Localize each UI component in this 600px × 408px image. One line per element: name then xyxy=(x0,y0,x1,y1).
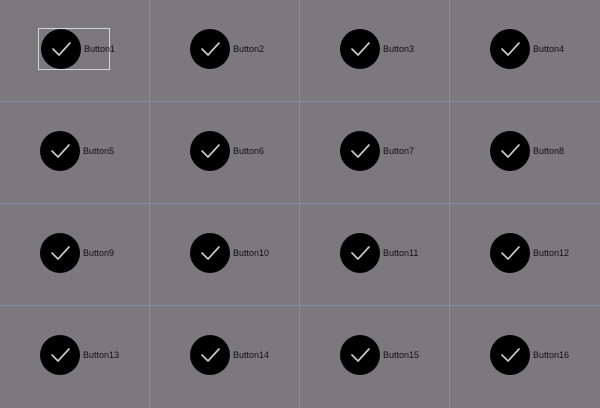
grid-cell: Button6 xyxy=(150,102,300,204)
button-label: Button12 xyxy=(533,247,570,258)
button-label: Button6 xyxy=(233,145,265,156)
check-icon xyxy=(40,335,80,375)
check-icon xyxy=(490,131,530,171)
grid-cell: Button7 xyxy=(300,102,450,204)
button-2[interactable]: Button2 xyxy=(188,28,264,70)
button-16[interactable]: Button16 xyxy=(488,334,569,376)
button-3[interactable]: Button3 xyxy=(338,28,414,70)
check-icon xyxy=(40,233,80,273)
button-label: Button3 xyxy=(383,43,415,54)
grid-cell: Button14 xyxy=(150,306,300,408)
check-icon xyxy=(340,29,380,69)
grid-cell: Button3 xyxy=(300,0,450,102)
button-14[interactable]: Button14 xyxy=(188,334,269,376)
button-5[interactable]: Button5 xyxy=(38,130,114,172)
button-10[interactable]: Button10 xyxy=(188,232,269,274)
button-12[interactable]: Button12 xyxy=(488,232,569,274)
button-label: Button1 xyxy=(84,43,116,54)
button-13[interactable]: Button13 xyxy=(38,334,119,376)
check-icon xyxy=(340,131,380,171)
button-label: Button14 xyxy=(233,349,270,360)
button-8[interactable]: Button8 xyxy=(488,130,564,172)
check-icon xyxy=(190,233,230,273)
button-1[interactable]: Button1 xyxy=(38,28,115,70)
button-9[interactable]: Button9 xyxy=(38,232,114,274)
button-label: Button4 xyxy=(533,43,565,54)
button-7[interactable]: Button7 xyxy=(338,130,414,172)
check-icon xyxy=(490,29,530,69)
grid-cell: Button8 xyxy=(450,102,600,204)
check-icon xyxy=(41,29,81,69)
button-label: Button10 xyxy=(233,247,270,258)
check-icon xyxy=(190,335,230,375)
button-4[interactable]: Button4 xyxy=(488,28,564,70)
button-grid: Button1 Button2 Button3 Button4 Button5 … xyxy=(0,0,600,408)
button-label: Button9 xyxy=(83,247,115,258)
button-11[interactable]: Button11 xyxy=(338,232,418,274)
grid-cell: Button11 xyxy=(300,204,450,306)
grid-cell: Button10 xyxy=(150,204,300,306)
button-label: Button7 xyxy=(383,145,415,156)
check-icon xyxy=(190,131,230,171)
grid-cell: Button2 xyxy=(150,0,300,102)
check-icon xyxy=(340,335,380,375)
button-label: Button8 xyxy=(533,145,565,156)
button-label: Button2 xyxy=(233,43,265,54)
grid-cell: Button9 xyxy=(0,204,150,306)
button-label: Button5 xyxy=(83,145,115,156)
grid-cell: Button1 xyxy=(0,0,150,102)
button-label: Button16 xyxy=(533,349,570,360)
grid-cell: Button16 xyxy=(450,306,600,408)
button-6[interactable]: Button6 xyxy=(188,130,264,172)
button-label: Button15 xyxy=(383,349,420,360)
check-icon xyxy=(490,335,530,375)
check-icon xyxy=(340,233,380,273)
grid-cell: Button12 xyxy=(450,204,600,306)
grid-cell: Button5 xyxy=(0,102,150,204)
check-icon xyxy=(490,233,530,273)
check-icon xyxy=(40,131,80,171)
grid-cell: Button13 xyxy=(0,306,150,408)
check-icon xyxy=(190,29,230,69)
button-label: Button11 xyxy=(383,247,419,258)
button-label: Button13 xyxy=(83,349,120,360)
grid-cell: Button4 xyxy=(450,0,600,102)
button-15[interactable]: Button15 xyxy=(338,334,419,376)
grid-cell: Button15 xyxy=(300,306,450,408)
